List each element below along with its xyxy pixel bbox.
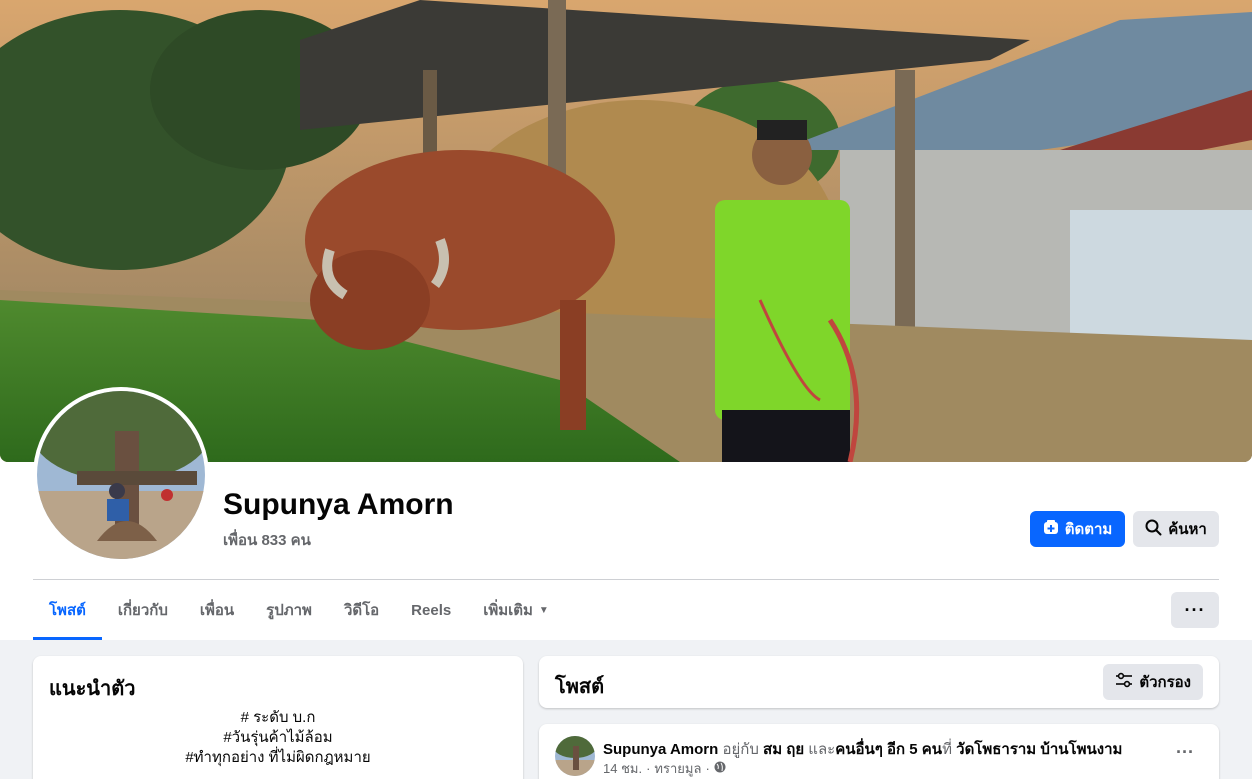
- tab-about[interactable]: เกี่ยวกับ: [102, 580, 184, 640]
- post-and-text: และ: [804, 741, 836, 758]
- post-more-button[interactable]: ···: [1167, 738, 1203, 766]
- post-meta: 14 ชม. · ทรายมูล ·: [603, 758, 726, 779]
- cover-photo-image: [0, 0, 1252, 462]
- follow-button[interactable]: ติดตาม: [1030, 511, 1125, 547]
- filter-button[interactable]: ตัวกรอง: [1103, 664, 1203, 700]
- post-time[interactable]: 14 ชม.: [603, 758, 642, 779]
- profile-avatar-image: [37, 391, 205, 559]
- post-at-text: ที่: [942, 741, 957, 758]
- bio-line: # ระดับ บ.ก: [240, 709, 316, 726]
- tab-friends-label: เพื่อน: [199, 602, 235, 619]
- follow-plus-icon: [1043, 519, 1059, 539]
- search-button[interactable]: ค้นหา: [1133, 511, 1219, 547]
- cover-photo[interactable]: [0, 0, 1252, 462]
- tab-videos-label: วิดีโอ: [343, 602, 380, 619]
- bio-line: #วันรุ่นค้าไม้ล้อม: [223, 729, 333, 746]
- post-place[interactable]: วัดโพธาราม บ้านโพนงาม: [956, 741, 1122, 758]
- meta-separator: ·: [646, 761, 651, 776]
- caret-down-icon: ▼: [538, 604, 549, 616]
- tab-about-label: เกี่ยวกับ: [117, 602, 168, 619]
- post-author-avatar-image: [555, 736, 595, 776]
- search-icon: [1145, 519, 1162, 540]
- intro-card: แนะนำตัว # ระดับ บ.ก #วันรุ่นค้าไม้ล้อม …: [33, 656, 523, 779]
- tab-posts-label: โพสต์: [49, 602, 86, 619]
- post-with-text: อยู่กับ: [718, 741, 764, 758]
- follow-label: ติดตาม: [1064, 521, 1113, 538]
- tab-posts[interactable]: โพสต์: [33, 580, 102, 640]
- post-location[interactable]: ทรายมูล: [654, 758, 701, 779]
- tab-reels-label: Reels: [411, 601, 452, 619]
- profile-header: Supunya Amorn เพื่อน 833 คน ติดตาม ค้นหา…: [0, 0, 1252, 640]
- post-author-avatar[interactable]: [555, 736, 595, 776]
- profile-avatar[interactable]: [33, 387, 209, 563]
- search-label: ค้นหา: [1168, 521, 1207, 538]
- bio-line: #ทำทุกอย่าง ที่ไม่ผิดกฎหมาย: [185, 749, 371, 766]
- posts-title: โพสต์: [555, 676, 605, 698]
- intro-title: แนะนำตัว: [49, 678, 136, 700]
- post-tagged-person[interactable]: สม ฤย: [763, 741, 804, 758]
- tab-reels[interactable]: Reels: [395, 580, 467, 640]
- tab-friends[interactable]: เพื่อน: [184, 580, 250, 640]
- filter-label: ตัวกรอง: [1139, 674, 1191, 691]
- posts-header-card: โพสต์ ตัวกรอง: [539, 656, 1219, 708]
- profile-name: Supunya Amorn: [223, 488, 454, 521]
- meta-separator: ·: [705, 761, 710, 776]
- tab-photos[interactable]: รูปภาพ: [250, 580, 328, 640]
- post-author-name[interactable]: Supunya Amorn: [603, 741, 718, 758]
- post-others[interactable]: คนอื่นๆ อีก 5 คน: [835, 741, 942, 758]
- globe-icon: [714, 761, 726, 776]
- bio: # ระดับ บ.ก #วันรุ่นค้าไม้ล้อม #ทำทุกอย่…: [33, 708, 523, 768]
- tab-more[interactable]: เพิ่มเติม ▼: [467, 580, 565, 640]
- tab-more-label: เพิ่มเติม: [483, 602, 533, 619]
- tab-photos-label: รูปภาพ: [266, 602, 312, 619]
- tab-videos[interactable]: วิดีโอ: [328, 580, 395, 640]
- friends-count[interactable]: เพื่อน 833 คน: [223, 528, 311, 552]
- filter-icon: [1115, 672, 1133, 692]
- post-card: Supunya Amorn อยู่กับ สม ฤย และคนอื่นๆ อ…: [539, 724, 1219, 779]
- profile-tabs: โพสต์ เกี่ยวกับ เพื่อน รูปภาพ วิดีโอ Ree…: [33, 580, 565, 640]
- profile-more-button[interactable]: ···: [1171, 592, 1219, 628]
